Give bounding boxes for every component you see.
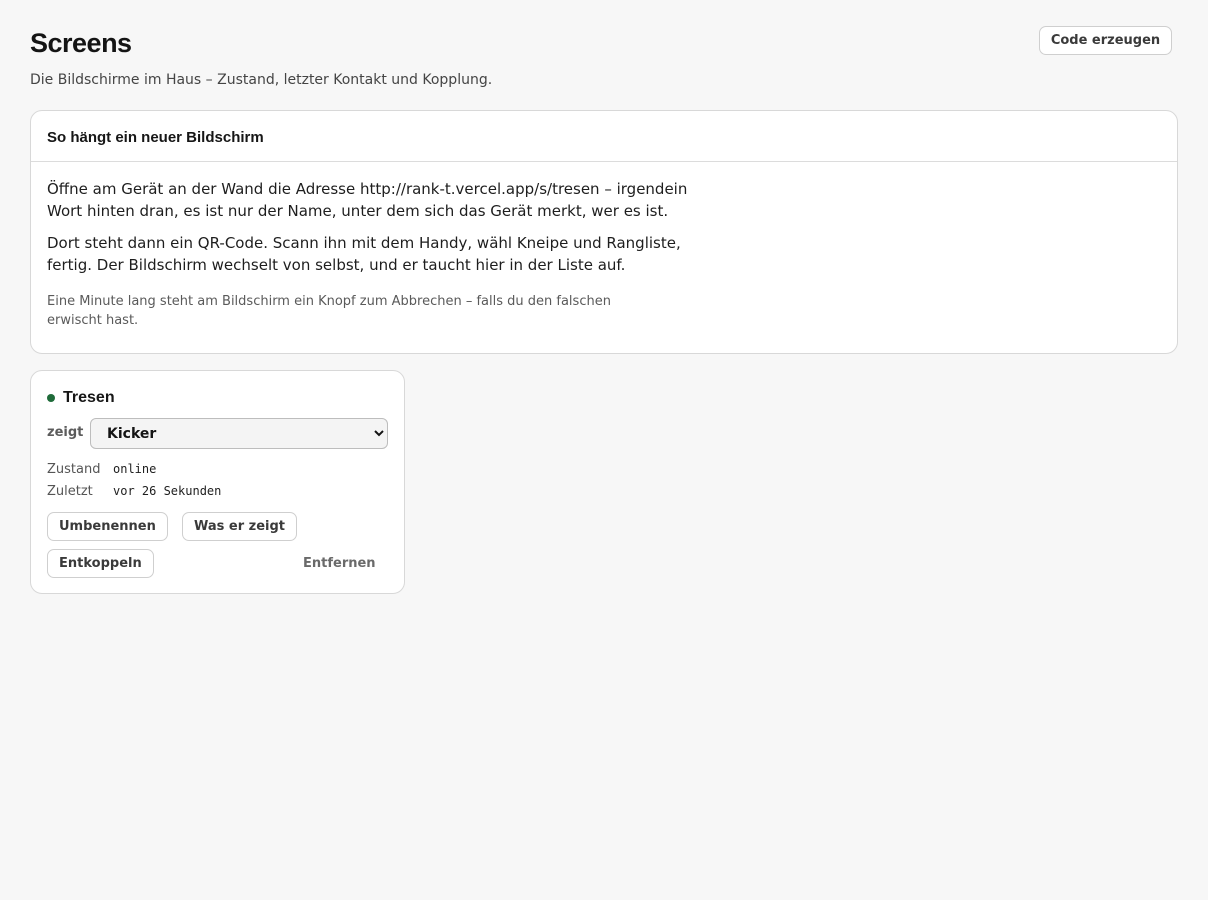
pairing-info-title: So hängt ein neuer Bildschirm [47,129,264,146]
screen-header: Tresen [47,389,115,407]
pairing-step-1: Öffne am Gerät an der Wand die Adresse h… [47,180,688,220]
last-seen-value: vor 26 Sekunden [113,484,222,498]
pairing-info-body: Öffne am Gerät an der Wand die Adresse h… [31,162,723,330]
remove-button[interactable]: Entfernen [303,556,376,571]
page-title: Screens [30,28,132,58]
page-subtitle: Die Bildschirme im Haus – Zustand, letzt… [30,72,493,88]
unpair-button[interactable]: Entkoppeln [47,549,154,578]
state-value: online [113,462,157,476]
state-label: Zustand [47,462,101,477]
what-it-shows-button[interactable]: Was er zeigt [182,512,298,541]
pairing-info-card: So hängt ein neuer Bildschirm Öffne am G… [30,110,1178,354]
screen-name: Tresen [63,389,115,406]
rename-button[interactable]: Umbenennen [47,512,168,541]
state-row: Zustand online [47,462,156,477]
screens-page: Screens Die Bildschirme im Haus – Zustan… [0,0,1208,900]
screen-card-tresen: Tresen zeigt Kicker Zustand online Zuletz… [30,370,405,594]
shows-label: zeigt [47,425,84,440]
online-status-dot [47,394,55,402]
pairing-note: Eine Minute lang steht am Bildschirm ein… [47,294,611,328]
shows-select[interactable]: Kicker [90,418,388,449]
generate-code-button[interactable]: Code erzeugen [1039,26,1172,55]
last-seen-row: Zuletzt vor 26 Sekunden [47,484,221,499]
pairing-info-header: So hängt ein neuer Bildschirm [31,111,1177,162]
last-seen-label: Zuletzt [47,484,93,499]
pairing-step-2: Dort steht dann ein QR-Code. Scann ihn m… [47,234,681,274]
